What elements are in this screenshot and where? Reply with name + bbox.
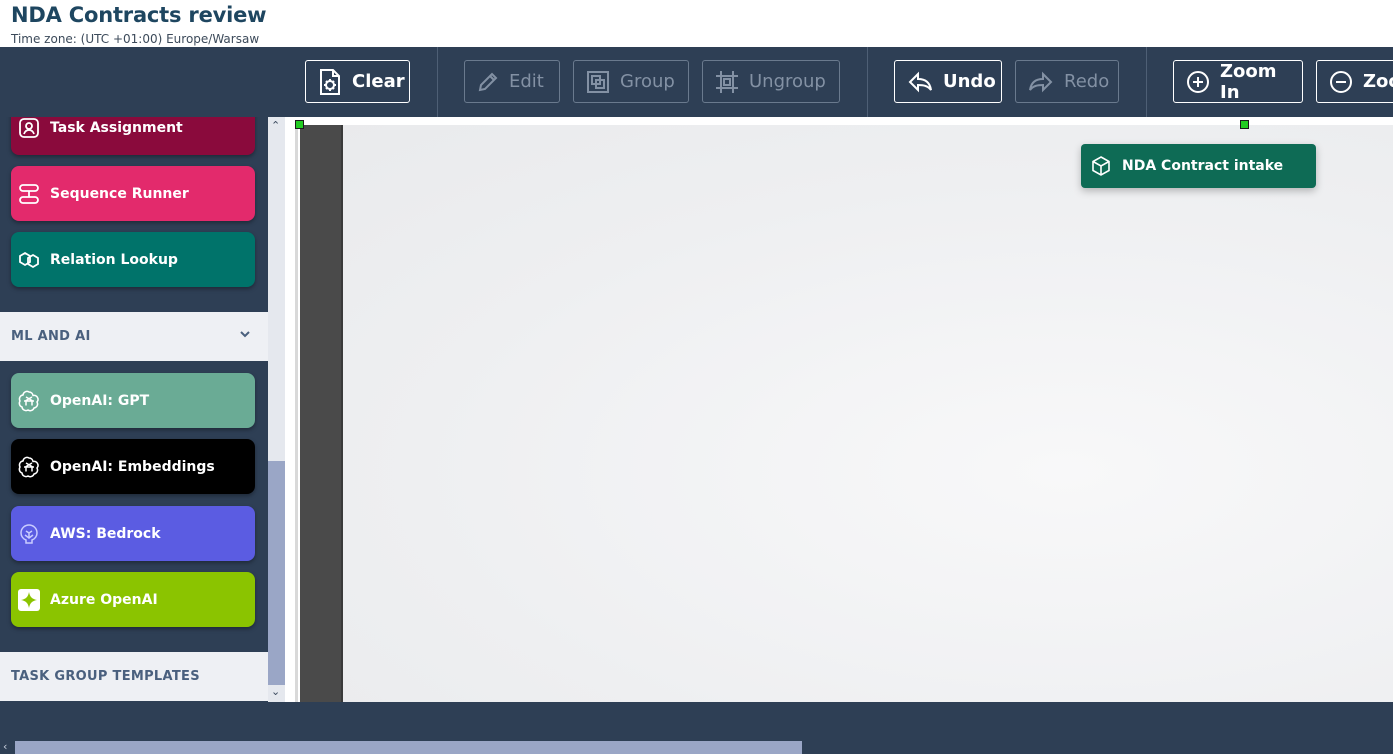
palette-item-label: Relation Lookup <box>50 251 178 268</box>
sidebar-scrollbar[interactable]: ⌃ ⌄ <box>268 117 285 702</box>
palette-item-relation-lookup[interactable]: Relation Lookup <box>11 232 255 287</box>
palette-item-label: Sequence Runner <box>50 185 189 202</box>
toolbar-separator <box>1146 47 1147 117</box>
section-header-ml-ai[interactable]: ML AND AI <box>0 312 268 361</box>
zoom-in-button[interactable]: Zoom In <box>1173 60 1303 103</box>
palette-item-azure-openai[interactable]: Azure OpenAI <box>11 572 255 627</box>
toolbar-separator <box>867 47 868 117</box>
zoom-in-icon <box>1187 70 1209 93</box>
scroll-left-icon[interactable]: ‹ <box>3 740 7 753</box>
horizontal-scroll-thumb[interactable] <box>15 741 802 754</box>
palette-item-aws-bedrock[interactable]: AWS: Bedrock <box>11 506 255 561</box>
resize-handle[interactable] <box>1240 120 1249 129</box>
openai-icon <box>17 455 41 479</box>
undo-icon <box>908 71 932 92</box>
group-button[interactable]: Group <box>573 60 689 103</box>
clear-document-icon <box>320 68 340 95</box>
sidebar-scroll-thumb[interactable] <box>268 461 285 685</box>
undo-button[interactable]: Undo <box>894 60 1002 103</box>
zoom-out-label: Zoo <box>1363 71 1393 92</box>
swimlane-header[interactable] <box>300 125 343 702</box>
section-header-task-group-templates[interactable]: TASK GROUP TEMPLATES <box>0 652 268 701</box>
scroll-down-icon[interactable]: ⌄ <box>271 685 280 698</box>
redo-button[interactable]: Redo <box>1015 60 1119 103</box>
section-title: TASK GROUP TEMPLATES <box>11 669 200 684</box>
user-search-icon <box>17 117 41 140</box>
openai-icon <box>17 389 41 413</box>
timezone-label: Time zone: (UTC +01:00) Europe/Warsaw <box>11 32 260 46</box>
page-title: NDA Contracts review <box>11 3 267 27</box>
canvas-node-label: NDA Contract intake <box>1122 158 1284 174</box>
edit-button[interactable]: Edit <box>464 60 560 103</box>
palette-item-label: Task Assignment <box>50 119 183 136</box>
canvas-node-nda-contract-intake[interactable]: NDA Contract intake <box>1081 144 1316 188</box>
ungroup-button[interactable]: Ungroup <box>702 60 840 103</box>
zoom-in-label: Zoom In <box>1220 60 1277 103</box>
toolbar-separator <box>437 47 438 117</box>
horizontal-scrollbar[interactable]: ‹ <box>0 740 1393 754</box>
cube-icon <box>1092 156 1110 176</box>
palette-item-task-assignment[interactable]: Task Assignment <box>11 117 255 155</box>
bedrock-icon <box>17 522 41 546</box>
redo-icon <box>1029 71 1053 92</box>
palette-item-label: OpenAI: GPT <box>50 392 150 409</box>
sidebar-palette: Task Assignment Sequence Runner Relation… <box>0 117 268 702</box>
ungroup-label: Ungroup <box>749 71 826 92</box>
clear-button[interactable]: Clear <box>305 60 410 103</box>
clear-label: Clear <box>352 71 405 92</box>
zoom-out-icon <box>1330 70 1352 93</box>
workflow-canvas[interactable] <box>300 125 1393 702</box>
group-label: Group <box>620 71 675 92</box>
resize-handle[interactable] <box>295 120 304 129</box>
palette-item-label: Azure OpenAI <box>50 591 158 608</box>
page-header: NDA Contracts review Time zone: (UTC +01… <box>0 0 1393 47</box>
undo-label: Undo <box>943 71 996 92</box>
group-icon <box>587 70 609 93</box>
zoom-out-button[interactable]: Zoo <box>1316 60 1393 103</box>
scroll-up-icon[interactable]: ⌃ <box>271 119 280 132</box>
ungroup-icon <box>716 70 738 93</box>
palette-item-openai-gpt[interactable]: OpenAI: GPT <box>11 373 255 428</box>
palette-item-openai-embeddings[interactable]: OpenAI: Embeddings <box>11 439 255 494</box>
palette-item-sequence-runner[interactable]: Sequence Runner <box>11 166 255 221</box>
pencil-icon <box>478 72 498 91</box>
edit-label: Edit <box>509 71 544 92</box>
lane-border <box>295 125 298 702</box>
palette-item-label: AWS: Bedrock <box>50 525 161 542</box>
section-title: ML AND AI <box>11 329 91 344</box>
palette-item-label: OpenAI: Embeddings <box>50 458 215 475</box>
relation-icon <box>17 248 41 272</box>
sequence-icon <box>17 182 41 206</box>
redo-label: Redo <box>1064 71 1110 92</box>
toolbar: Clear Edit Group Ungroup Undo Redo Zoom … <box>0 47 1393 117</box>
azure-sparkle-icon <box>17 588 41 612</box>
chevron-down-icon <box>240 331 250 338</box>
